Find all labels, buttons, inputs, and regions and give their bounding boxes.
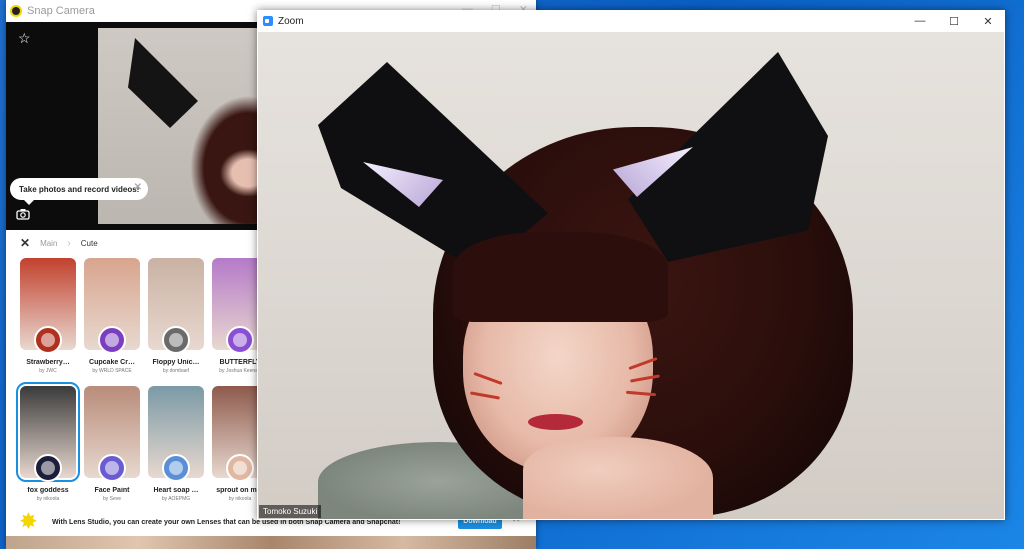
lens-icon bbox=[98, 454, 126, 482]
hand bbox=[523, 437, 713, 519]
lens-card[interactable]: Face Paint by Seve bbox=[84, 386, 140, 502]
lens-name: Face Paint bbox=[94, 487, 130, 494]
fox-ear-left bbox=[128, 38, 198, 128]
lens-icon bbox=[226, 326, 254, 354]
lens-name: fox goddess bbox=[27, 487, 69, 494]
zoom-window: Zoom — ☐ ✕ Tomoko Suzuki bbox=[257, 10, 1005, 520]
lens-icon bbox=[34, 454, 62, 482]
lens-author: by dombaef bbox=[162, 368, 190, 374]
lens-author: by AOEPMG bbox=[161, 496, 191, 502]
camera-icon[interactable] bbox=[16, 208, 30, 220]
zoom-logo-icon bbox=[263, 16, 273, 26]
lens-icon bbox=[162, 326, 190, 354]
participant-name-label: Tomoko Suzuki bbox=[259, 505, 322, 518]
close-icon[interactable]: ✕ bbox=[971, 10, 1005, 32]
maximize-icon[interactable]: ☐ bbox=[937, 10, 971, 32]
lens-icon-glyph bbox=[41, 461, 55, 475]
tooltip-close-icon[interactable]: ✕ bbox=[134, 182, 142, 193]
lens-author: by nikoola bbox=[36, 496, 60, 502]
lens-icon-glyph bbox=[105, 333, 119, 347]
lens-icon bbox=[226, 454, 254, 482]
lips bbox=[528, 414, 583, 430]
minimize-icon[interactable]: — bbox=[903, 10, 937, 32]
zoom-titlebar: Zoom — ☐ ✕ bbox=[257, 10, 1005, 32]
breadcrumb-main[interactable]: Main bbox=[40, 239, 57, 248]
lens-name: Cupcake Cr… bbox=[89, 359, 135, 366]
lens-name: Strawberry… bbox=[26, 359, 70, 366]
lens-author: by Seve bbox=[102, 496, 122, 502]
lens-card[interactable]: Heart soap … by AOEPMG bbox=[148, 386, 204, 502]
lens-icon-glyph bbox=[105, 461, 119, 475]
lens-author: by WRLD SPACE bbox=[92, 368, 132, 374]
lens-name: Floppy Unic… bbox=[152, 359, 200, 366]
lens-icon bbox=[98, 326, 126, 354]
lens-author: by JWC bbox=[39, 368, 57, 374]
lens-card[interactable]: Cupcake Cr… by WRLD SPACE bbox=[84, 258, 140, 374]
chevron-right-icon: › bbox=[67, 237, 71, 249]
capture-tooltip: Take photos and record videos! ✕ bbox=[10, 178, 148, 205]
lens-name: Heart soap … bbox=[153, 487, 199, 494]
snap-window-title: Snap Camera bbox=[27, 5, 95, 17]
lens-studio-star-icon: ✸ bbox=[20, 511, 37, 533]
lens-card[interactable]: Strawberry… by JWC bbox=[20, 258, 76, 374]
favorites-star-icon[interactable]: ☆ bbox=[18, 30, 31, 47]
lens-icon-glyph bbox=[169, 461, 183, 475]
lens-icon bbox=[34, 326, 62, 354]
tooltip-text: Take photos and record videos! bbox=[19, 184, 140, 194]
zoom-window-controls: — ☐ ✕ bbox=[903, 10, 1005, 32]
lens-row-partial bbox=[6, 536, 536, 549]
zoom-window-title: Zoom bbox=[278, 15, 304, 27]
breadcrumb: ✕ Main › Cute bbox=[20, 236, 98, 250]
lens-icon-glyph bbox=[233, 461, 247, 475]
lens-icon-glyph bbox=[41, 333, 55, 347]
close-lens-browser-icon[interactable]: ✕ bbox=[20, 236, 30, 250]
lens-icon-glyph bbox=[169, 333, 183, 347]
breadcrumb-current: Cute bbox=[80, 238, 98, 248]
lens-icon bbox=[162, 454, 190, 482]
snap-camera-logo-icon bbox=[10, 5, 22, 17]
bangs bbox=[453, 232, 668, 322]
lens-card[interactable]: Floppy Unic… by dombaef bbox=[148, 258, 204, 374]
lens-icon-glyph bbox=[233, 333, 247, 347]
lens-card[interactable]: fox goddess by nikoola bbox=[16, 382, 80, 502]
zoom-video-feed: Tomoko Suzuki bbox=[258, 32, 1004, 519]
